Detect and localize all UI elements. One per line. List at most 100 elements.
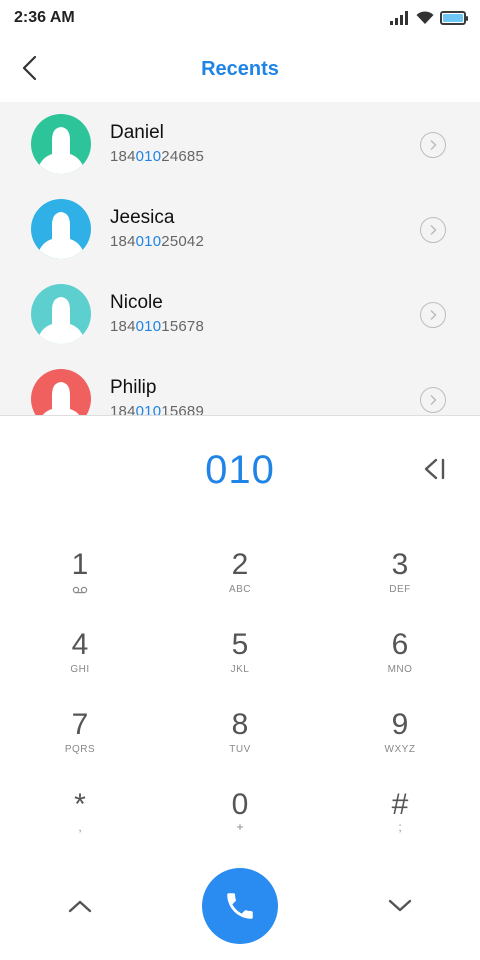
key-digit: 8 [231,708,249,741]
page-title: Recents [201,57,279,80]
contact-details-button[interactable] [420,387,446,413]
contact-name: Jeesica [110,207,175,228]
key-star[interactable]: * , [20,788,140,862]
collapse-button[interactable] [60,892,100,920]
number-match: 010 [135,318,162,335]
key-2[interactable]: 2 ABC [180,548,300,622]
person-icon [31,114,91,174]
key-digit: 2 [231,548,249,581]
chevron-right-icon [430,309,437,321]
person-icon [31,199,91,259]
contact-number: 18401024685 [110,148,204,165]
chevron-right-icon [430,139,437,151]
key-digit: 0 [231,788,249,821]
backspace-button[interactable] [418,454,454,484]
number-prefix: 184 [110,403,136,415]
key-letters: , [78,820,82,834]
key-digit: 9 [391,708,409,741]
number-suffix: 15689 [161,403,204,415]
key-letters: WXYZ [384,744,416,755]
contact-row[interactable]: Nicole 18401015678 [0,272,480,357]
contact-details-button[interactable] [420,302,446,328]
avatar [31,199,91,259]
key-digit: 4 [71,628,89,661]
wifi-icon [416,11,434,24]
number-suffix: 25042 [161,233,204,250]
bottom-bar [0,866,480,946]
back-button[interactable] [12,50,48,86]
contact-number: 18401025042 [110,233,204,250]
key-3[interactable]: 3 DEF [340,548,460,622]
number-prefix: 184 [110,233,136,250]
contact-number: 18401015678 [110,318,204,335]
call-button[interactable] [202,868,278,944]
number-prefix: 184 [110,148,136,165]
key-0[interactable]: 0 + [180,788,300,862]
status-bar: 2:36 AM [0,0,480,36]
contact-name: Philip [110,377,157,398]
key-7[interactable]: 7 PQRS [20,708,140,782]
key-letters: JKL [230,664,250,675]
avatar [31,114,91,174]
key-hash[interactable]: # ; [340,788,460,862]
avatar [31,369,91,415]
contact-name: Daniel [110,122,164,143]
key-9[interactable]: 9 WXYZ [340,708,460,782]
key-5[interactable]: 5 JKL [180,628,300,702]
keypad: 1 2 ABC 3 DEF 4 GHI 5 JKL 6 MNO 7 PQRS 8… [0,540,480,860]
chevron-right-icon [430,394,437,406]
chevron-up-icon [68,900,92,913]
chevron-right-icon [430,224,437,236]
key-digit: 7 [71,708,89,741]
key-letters: ; [398,820,402,834]
expand-button[interactable] [380,892,420,920]
contact-row[interactable]: Philip 18401015689 [0,357,480,415]
contact-name: Nicole [110,292,163,313]
battery-level [443,14,463,22]
contact-number: 18401015689 [110,403,204,415]
dialed-number[interactable]: 010 [0,448,480,493]
key-letters: ABC [228,584,252,595]
number-match: 010 [135,233,162,250]
dial-display: 010 [0,416,480,526]
key-letters: TUV [229,744,251,755]
header: Recents [0,36,480,102]
number-suffix: 24685 [161,148,204,165]
contact-text: Nicole 18401015678 [110,292,204,335]
key-letters: MNO [387,664,413,675]
status-icons [390,11,468,25]
key-digit: * [74,788,86,821]
voicemail-icon [72,586,88,594]
recents-list[interactable]: Daniel 18401024685 Jeesica 18401025042 N… [0,102,480,415]
chevron-down-icon [388,899,412,912]
backspace-icon [424,458,445,480]
key-digit: 6 [391,628,409,661]
key-letters: + [236,820,244,834]
number-prefix: 184 [110,318,136,335]
key-8[interactable]: 8 TUV [180,708,300,782]
key-1[interactable]: 1 [20,548,140,622]
contact-details-button[interactable] [420,132,446,158]
key-4[interactable]: 4 GHI [20,628,140,702]
key-letters: PQRS [64,744,96,755]
key-digit: 3 [391,548,409,581]
status-time: 2:36 AM [14,9,75,26]
phone-icon [227,893,253,919]
battery-icon [440,11,468,25]
key-letters: GHI [70,664,90,675]
contact-details-button[interactable] [420,217,446,243]
contact-text: Jeesica 18401025042 [110,207,204,250]
person-icon [31,369,91,415]
contact-row[interactable]: Jeesica 18401025042 [0,187,480,272]
number-suffix: 15678 [161,318,204,335]
key-6[interactable]: 6 MNO [340,628,460,702]
key-digit: 5 [231,628,249,661]
contact-row[interactable]: Daniel 18401024685 [0,102,480,187]
person-icon [31,284,91,344]
key-letters: DEF [389,584,411,595]
contact-text: Philip 18401015689 [110,377,204,415]
key-digit: 1 [71,548,89,581]
chevron-left-icon [22,55,37,81]
signal-icon [390,11,408,25]
avatar [31,284,91,344]
